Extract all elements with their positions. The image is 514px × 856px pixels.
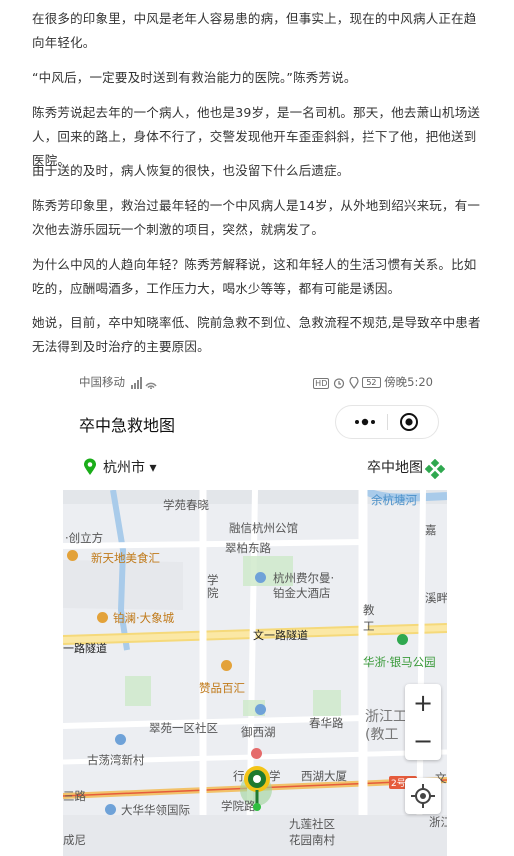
locate-button[interactable]	[405, 778, 441, 814]
current-location-marker	[244, 766, 270, 811]
map-label-jiao: 教	[363, 603, 375, 617]
map-label-tunnel-2: 文一路隧道	[253, 629, 308, 642]
poi-icon	[97, 612, 108, 623]
map-label-zhejiang-gong: 浙江工	[365, 709, 407, 725]
poi-icon	[255, 572, 266, 583]
map-label-chengni: 成尼	[63, 833, 86, 847]
map-label-yuxihu: 御西湖	[241, 725, 276, 739]
map-label-huazhe: 华浙·银马公园	[363, 655, 436, 669]
map-view[interactable]: 学苑春晓 余杭塘河 ·创立方 融信杭州公馆 翠柏东路 新天地美食汇 学院 杭州费…	[63, 490, 447, 856]
close-target-icon[interactable]	[399, 412, 419, 432]
map-label-river: 余杭塘河	[371, 493, 417, 507]
map-label-jia: 嘉	[425, 523, 437, 537]
diamond-grid-icon	[425, 459, 445, 479]
map-label-sanlu: 三路	[63, 789, 86, 803]
hd-badge: HD	[313, 378, 330, 389]
poi-icon	[255, 704, 266, 715]
map-label-tunnel-1: 一路隧道	[63, 642, 107, 655]
zoom-in-button[interactable]: +	[405, 686, 441, 720]
poi-icon	[221, 660, 232, 671]
map-label-dahua: 大华华领国际	[121, 803, 190, 817]
map-label-chunhua: 春华路	[309, 716, 344, 730]
paragraph-2: “中风后，一定要及时送到有救治能力的医院。”陈秀芳说。	[32, 70, 357, 85]
map-label-xixi: 溪畔	[425, 591, 447, 605]
map-label-jiaogong: (教工	[365, 727, 399, 743]
capsule-divider	[387, 414, 388, 430]
map-label-xueyuan: 学苑春晓	[163, 498, 209, 512]
alarm-icon	[333, 377, 345, 389]
map-label-gong: 工	[363, 619, 375, 633]
poi-icon	[251, 748, 262, 759]
paragraph-5: 陈秀芳印象里，救治过最年轻的一个中风病人是14岁，从外地到绍兴来玩，有一次他去游…	[32, 198, 481, 237]
nav-bar: 卒中急救地图	[63, 400, 447, 444]
map-label-cuiyuan: 翠苑一区社区	[149, 721, 218, 735]
paragraph-6: 为什么中风的人趋向年轻？陈秀芳解释说，这和年轻人的生活习惯有关系。比如吃的，应酬…	[32, 257, 477, 296]
status-bar: 中国移动 HD 52 傍晚5:20	[63, 362, 447, 396]
more-icon[interactable]	[348, 412, 382, 432]
map-label-gudang: 古荡湾新村	[87, 753, 145, 767]
poi-icon	[105, 804, 116, 815]
map-label-xihu-dasha: 西湖大厦	[301, 769, 347, 783]
map-label-bojin: 铂金大酒店	[273, 586, 331, 600]
map-label-xueyuan-road: 学院	[207, 573, 219, 600]
map-pin-icon	[84, 458, 96, 475]
stroke-map-link[interactable]: 卒中地图	[367, 457, 423, 477]
phone-screenshot: 中国移动 HD 52 傍晚5:20 卒中急救地图 杭州市 ▾ 卒中地图 学苑春晓…	[63, 362, 447, 856]
location-icon	[349, 375, 359, 389]
mini-program-capsule	[335, 405, 439, 439]
map-label-zhe: 浙江	[429, 815, 447, 829]
map-label-feierman: 杭州费尔曼·	[273, 571, 335, 585]
poi-icon	[115, 734, 126, 745]
map-label-huayuan: 花园南村	[289, 833, 335, 847]
city-selector[interactable]: 杭州市 ▾	[103, 457, 156, 477]
poi-icon	[67, 550, 78, 561]
map-label-cuibai: 翠柏东路	[225, 541, 271, 555]
zoom-control: + −	[405, 684, 441, 760]
map-label-jiulian: 九莲社区	[289, 817, 335, 831]
paragraph-1: 在很多的印象里，中风是老年人容易患的病，但事实上，现在的中风病人正在趋向年轻化。	[32, 11, 477, 50]
map-label-zanpin: 赞品百汇	[199, 681, 245, 695]
carrier-label: 中国移动	[79, 375, 125, 389]
map-label-chuangli: ·创立方	[65, 531, 104, 545]
time-label: 傍晚5:20	[384, 375, 433, 389]
map-label-xintiandi: 新天地美食汇	[91, 551, 160, 565]
signal-icon	[130, 376, 157, 389]
page-title: 卒中急救地图	[79, 416, 176, 435]
paragraph-7: 她说，目前，卒中知晓率低、院前急救不到位、急救流程不规范,是导致卒中患者无法得到…	[32, 315, 481, 354]
zoom-out-button[interactable]: −	[405, 724, 441, 758]
map-label-rongxin: 融信杭州公馆	[229, 521, 298, 535]
city-bar: 杭州市 ▾ 卒中地图	[63, 452, 447, 484]
poi-icon	[397, 634, 408, 645]
paragraph-4: 由于送的及时，病人恢复的很快，也没留下什么后遗症。	[32, 163, 350, 178]
map-label-bolan: 铂澜·大象城	[113, 611, 175, 625]
battery-icon: 52	[362, 377, 381, 388]
crosshair-icon	[411, 784, 435, 808]
